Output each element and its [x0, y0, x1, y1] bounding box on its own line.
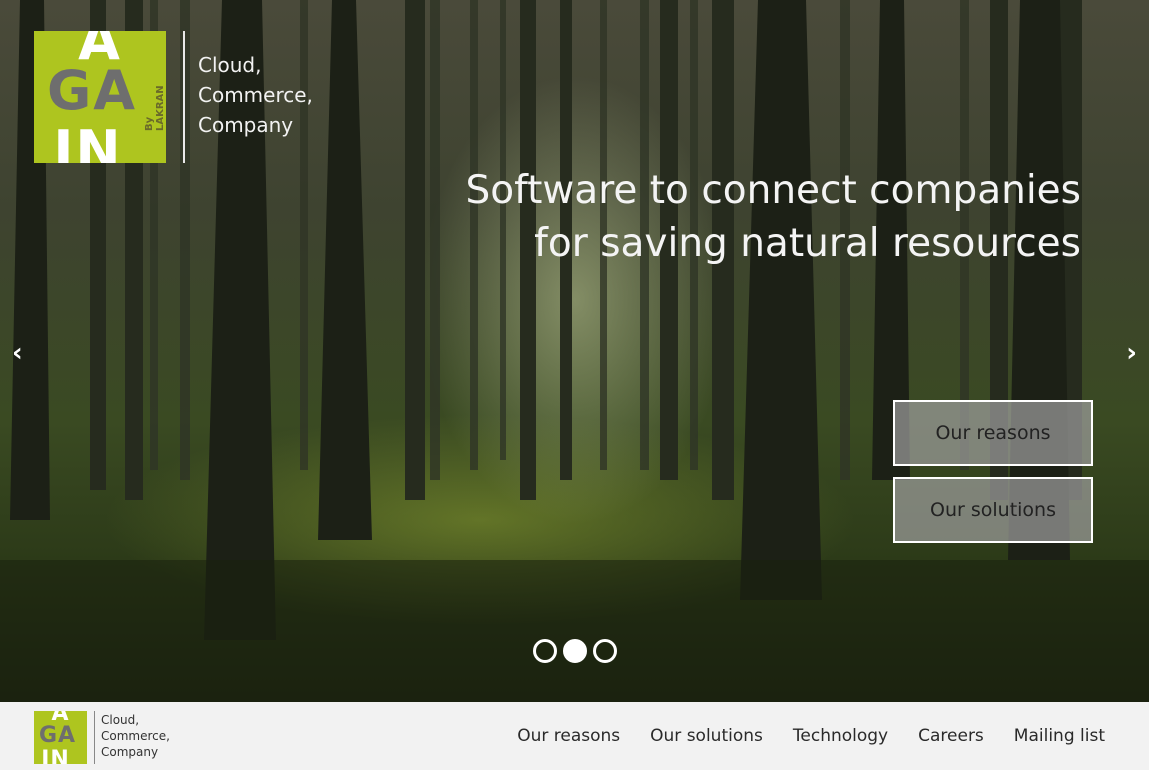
- logo-letters-middle: GA: [38, 723, 77, 748]
- headline-line: Software to connect companies: [465, 168, 1081, 213]
- main-nav: Our reasons Our solutions Technology Car…: [517, 726, 1105, 746]
- nav-item-careers[interactable]: Careers: [918, 726, 984, 746]
- brand-logo-small[interactable]: A GA IN: [34, 711, 87, 764]
- logo-letters-middle: GA: [46, 59, 138, 122]
- logo-letters-bottom: IN: [53, 119, 123, 163]
- nav-item-technology[interactable]: Technology: [793, 726, 888, 746]
- nav-item-mailing-list[interactable]: Mailing list: [1014, 726, 1105, 746]
- tagline-line: Commerce,: [198, 83, 313, 107]
- forest-background-image: [0, 0, 1149, 702]
- bottom-nav-bar: A GA IN Cloud, Commerce, Company Our rea…: [0, 702, 1149, 770]
- our-reasons-button[interactable]: Our reasons: [893, 400, 1093, 466]
- brand-tagline-small: Cloud, Commerce, Company: [101, 712, 170, 760]
- prev-slide-arrow-icon[interactable]: ‹: [12, 338, 23, 368]
- headline-line: for saving natural resources: [534, 221, 1081, 266]
- tagline-line: Company: [198, 113, 294, 137]
- tagline-line: Company: [101, 745, 159, 759]
- tagline-line: Cloud,: [198, 53, 262, 77]
- tagline-line: Commerce,: [101, 729, 170, 743]
- tagline-line: Cloud,: [101, 713, 140, 727]
- next-slide-arrow-icon[interactable]: ›: [1126, 338, 1137, 368]
- logo-byline: By LAKRAN: [144, 85, 166, 131]
- brand-logo[interactable]: A GA IN By LAKRAN: [34, 31, 166, 163]
- logo-divider: [94, 711, 95, 764]
- hero-slider: A GA IN By LAKRAN Cloud, Commerce, Compa…: [0, 0, 1149, 702]
- logo-letters-bottom: IN: [41, 747, 70, 764]
- nav-item-our-solutions[interactable]: Our solutions: [650, 726, 763, 746]
- nav-item-our-reasons[interactable]: Our reasons: [517, 726, 620, 746]
- our-solutions-button[interactable]: Our solutions: [893, 477, 1093, 543]
- slide-indicator[interactable]: [533, 639, 557, 663]
- slide-indicator-active[interactable]: [563, 639, 587, 663]
- slide-indicators: [533, 639, 617, 663]
- brand-tagline: Cloud, Commerce, Company: [198, 50, 313, 140]
- logo-divider: [183, 31, 185, 163]
- hero-headline: Software to connect companies for saving…: [321, 164, 1081, 270]
- slide-indicator[interactable]: [593, 639, 617, 663]
